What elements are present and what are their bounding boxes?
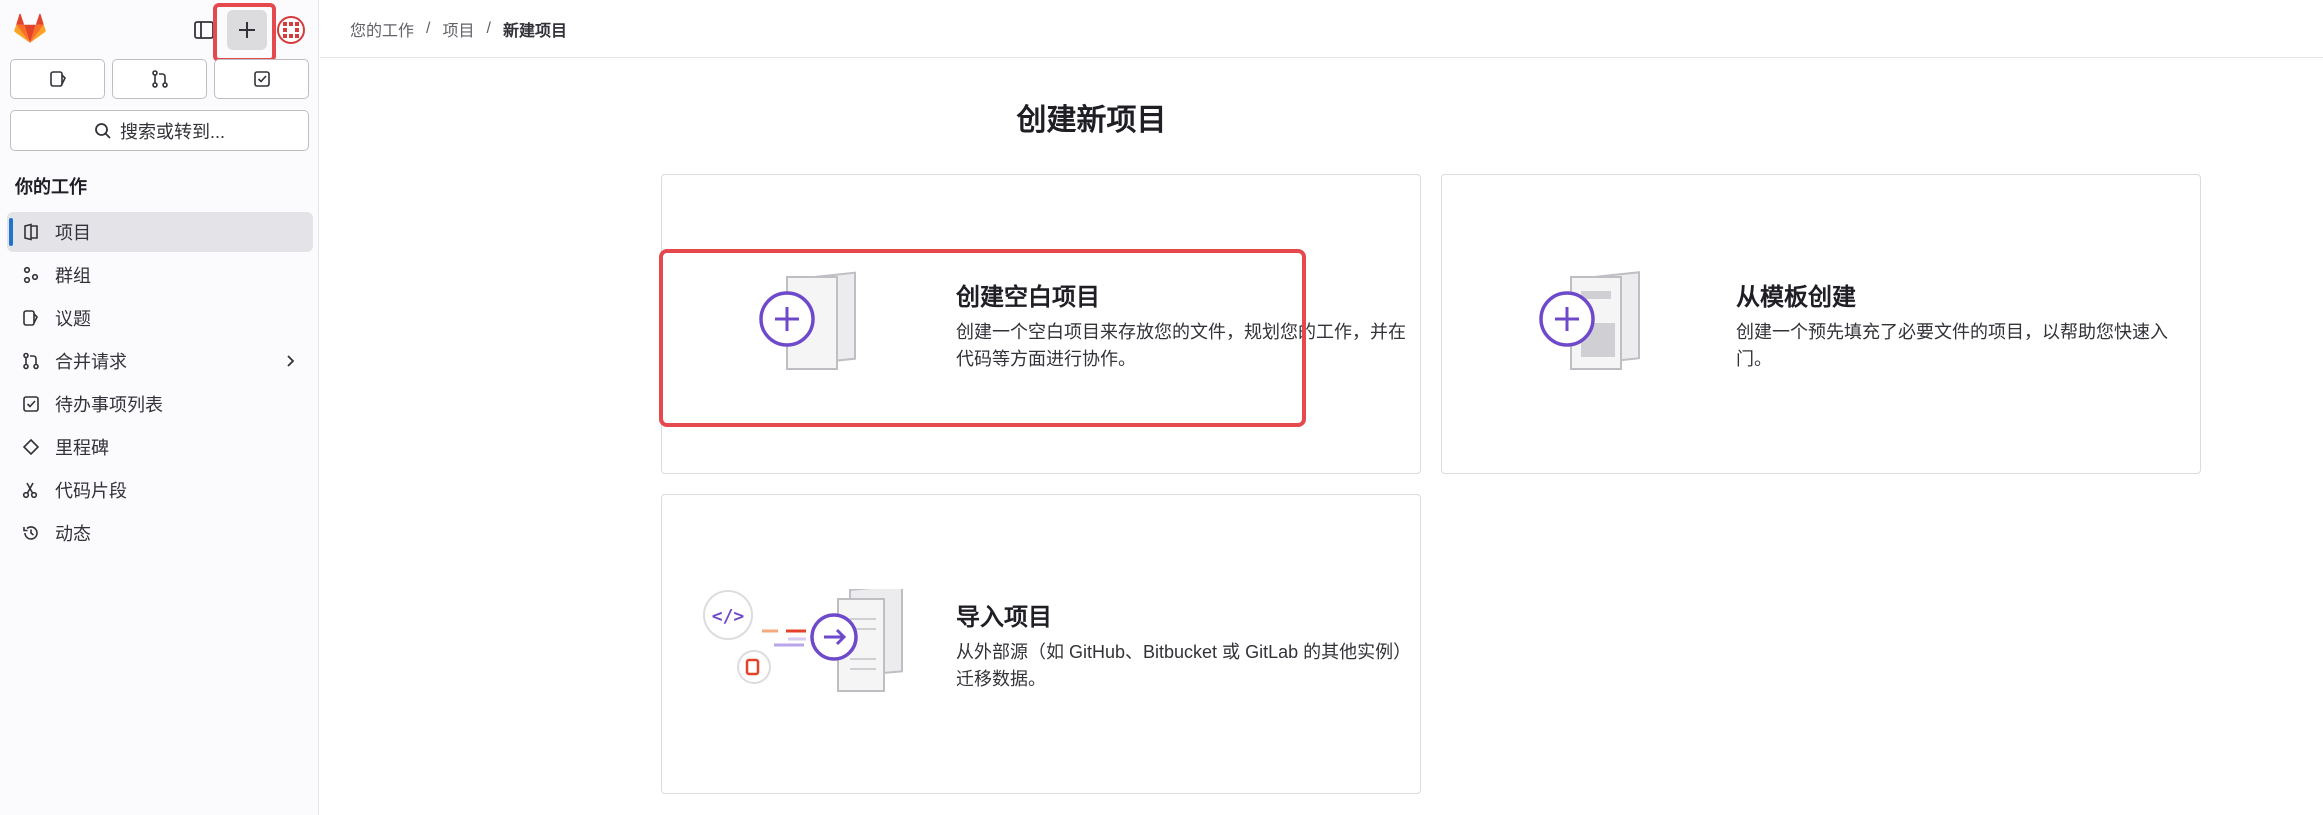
group-icon (21, 265, 41, 285)
card-description-line: 门。 (1736, 349, 1772, 369)
import-project-card[interactable]: </> 导入项目 从外部源（如 GitHub、Bitbucket 或 GitLa… (661, 494, 1421, 794)
sidebar-item-label: 代码片段 (55, 481, 127, 501)
breadcrumb-current: 新建项目 (502, 22, 567, 40)
assigned-issues-button[interactable] (10, 59, 105, 99)
breadcrumb: 您的工作 / 项目 / 新建项目 (320, 0, 2323, 58)
search-label: 搜索或转到... (119, 121, 225, 142)
sidebar-item-activity[interactable]: 动态 (7, 513, 313, 553)
page-title: 创建新项目 (1016, 104, 1167, 137)
breadcrumb-separator: / (426, 19, 431, 37)
card-title: 创建空白项目 (956, 284, 1100, 311)
breadcrumb-item[interactable]: 项目 (442, 17, 474, 41)
card-description: 创建一个预先填充了必要文件的项目，以帮助您快速入 门。 (1736, 319, 2186, 373)
sidebar-item-merge-requests[interactable]: 合并请求 (7, 341, 313, 381)
todo-button[interactable] (214, 59, 309, 99)
card-title: 导入项目 (956, 604, 1052, 631)
sidebar-item-label: 议题 (55, 309, 91, 329)
gitlab-logo-icon[interactable] (13, 12, 47, 46)
section-title: 你的工作 (15, 177, 87, 197)
merge-requests-button[interactable] (112, 59, 207, 99)
sidebar-item-label: 群组 (55, 266, 91, 286)
merge-request-icon (21, 351, 41, 371)
card-description: 从外部源（如 GitHub、Bitbucket 或 GitLab 的其他实例） … (956, 639, 1416, 693)
card-description: 创建一个空白项目来存放您的文件，规划您的工作，并在 代码等方面进行协作。 (956, 319, 1406, 373)
merge-request-icon (151, 70, 168, 88)
sidebar-item-milestones[interactable]: 里程碑 (7, 427, 313, 467)
sidebar-item-label: 动态 (55, 524, 91, 544)
card-title: 从模板创建 (1736, 284, 1856, 311)
chevron-right-icon[interactable] (281, 352, 299, 370)
sidebar-toggle-icon[interactable] (184, 10, 224, 50)
card-description-line: 代码等方面进行协作。 (956, 349, 1136, 369)
import-illustration-icon: </> (700, 584, 920, 704)
sidebar-item-label: 合并请求 (55, 352, 127, 372)
sidebar: 搜索或转到... 你的工作 项目 群组 议题 合并请求 待办事项列表 里程碑 代… (0, 0, 319, 815)
blank-project-illustration-icon (757, 271, 867, 380)
sidebar-item-issues[interactable]: 议题 (7, 298, 313, 338)
activity-icon (21, 523, 41, 543)
sidebar-item-snippets[interactable]: 代码片段 (7, 470, 313, 510)
todo-icon (253, 71, 270, 87)
issues-icon (49, 71, 66, 87)
create-new-button[interactable] (227, 10, 267, 50)
sidebar-item-label: 里程碑 (55, 438, 109, 458)
svg-text:</>: </> (712, 606, 745, 627)
sidebar-item-groups[interactable]: 群组 (7, 255, 313, 295)
sidebar-item-projects[interactable]: 项目 (7, 212, 313, 252)
create-from-template-card[interactable]: 从模板创建 创建一个预先填充了必要文件的项目，以帮助您快速入 门。 (1441, 174, 2201, 474)
create-blank-project-card[interactable]: 创建空白项目 创建一个空白项目来存放您的文件，规划您的工作，并在 代码等方面进行… (661, 174, 1421, 474)
avatar[interactable] (270, 10, 312, 50)
template-illustration-icon (1537, 271, 1647, 380)
card-description-line: 从外部源（如 GitHub、Bitbucket 或 GitLab 的其他实例） (956, 642, 1412, 662)
quick-actions (10, 59, 309, 99)
search-button[interactable]: 搜索或转到... (10, 110, 309, 151)
search-icon (95, 122, 111, 139)
sidebar-item-label: 待办事项列表 (55, 395, 163, 415)
breadcrumb-item[interactable]: 您的工作 (350, 17, 414, 41)
card-description-line: 迁移数据。 (956, 669, 1046, 689)
project-icon (21, 222, 41, 242)
sidebar-item-todo[interactable]: 待办事项列表 (7, 384, 313, 424)
card-description-line: 创建一个预先填充了必要文件的项目，以帮助您快速入 (1736, 322, 2168, 342)
card-description-line: 创建一个空白项目来存放您的文件，规划您的工作，并在 (956, 322, 1406, 342)
plus-icon (239, 22, 255, 38)
issues-icon (21, 308, 41, 328)
todo-icon (21, 394, 41, 414)
milestone-icon (21, 437, 41, 457)
snippet-icon (21, 480, 41, 500)
sidebar-nav: 项目 群组 议题 合并请求 待办事项列表 里程碑 代码片段 动态 (7, 212, 313, 556)
sidebar-item-label: 项目 (55, 223, 91, 243)
breadcrumb-separator: / (486, 19, 491, 37)
